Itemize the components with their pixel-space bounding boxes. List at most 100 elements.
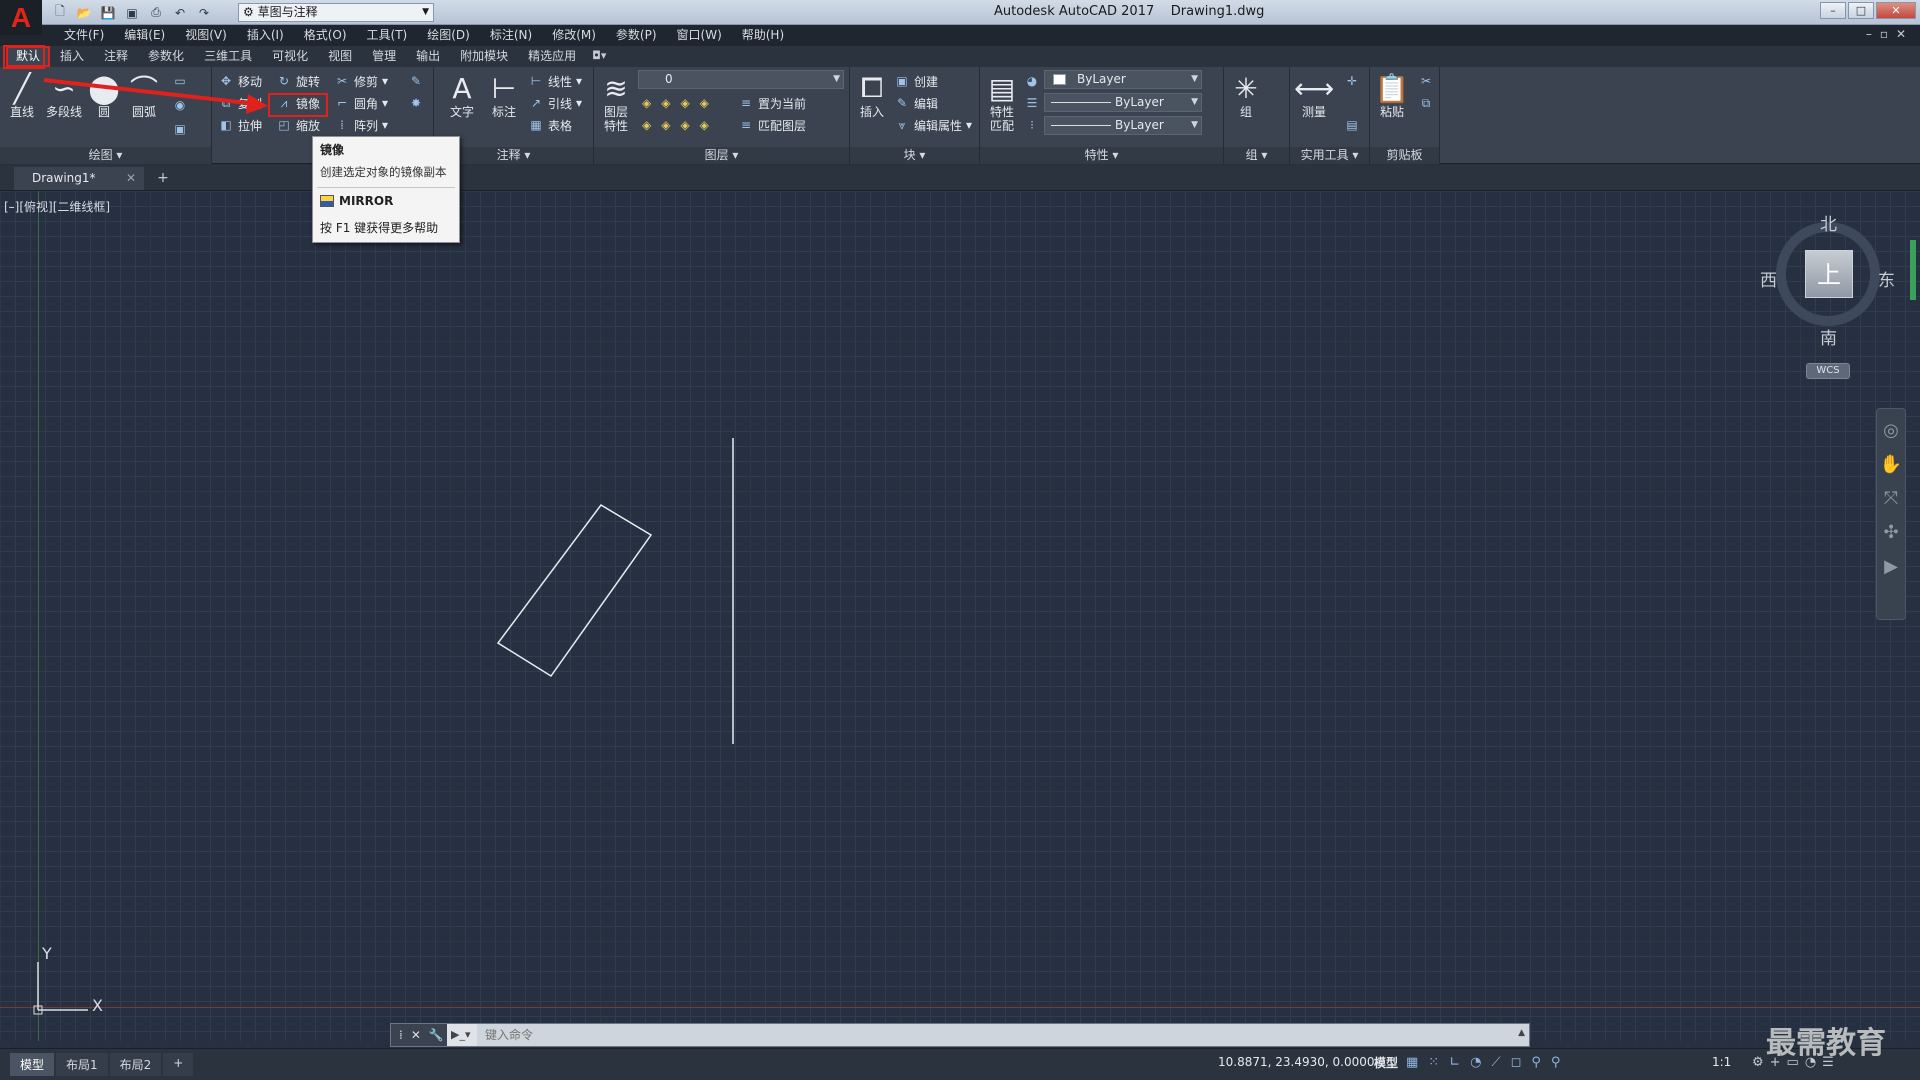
wrench-icon[interactable]: 🔧	[429, 1028, 444, 1042]
drawing-area[interactable]	[0, 191, 1920, 1041]
measure-button[interactable]: ⟷ 测量	[1294, 71, 1334, 120]
tab-layout1[interactable]: 布局1	[56, 1053, 108, 1076]
annotation-visibility-icon[interactable]: ⚲	[1531, 1055, 1541, 1070]
tab-visualize[interactable]: 可视化	[262, 46, 318, 67]
grip-icon[interactable]: ⁞	[399, 1028, 403, 1042]
calculator-icon[interactable]: ▤	[1344, 115, 1360, 135]
trim-button[interactable]: ✂ 修剪 ▾	[334, 71, 388, 91]
menu-insert[interactable]: 插入(I)	[237, 25, 294, 46]
clipboard-panel-title[interactable]: 剪贴板	[1370, 147, 1439, 164]
tab-featured-apps[interactable]: 精选应用	[518, 46, 586, 67]
dimension-button[interactable]: ⊢ 标注	[484, 71, 524, 120]
compass-west[interactable]: 西	[1760, 266, 1777, 291]
polyline-button[interactable]: ∽ 多段线	[44, 71, 84, 120]
object-snap-icon[interactable]: ◻	[1511, 1055, 1522, 1070]
insert-block-button[interactable]: ⧠ 插入	[852, 71, 892, 119]
arc-button[interactable]: ⌒ 圆弧	[124, 71, 164, 119]
tab-layout2[interactable]: 布局2	[109, 1053, 162, 1076]
menu-format[interactable]: 格式(O)	[294, 25, 357, 46]
compass-south[interactable]: 南	[1820, 324, 1837, 349]
close-button[interactable]: ✕	[1876, 2, 1916, 19]
snap-icon[interactable]: ⁙	[1428, 1055, 1439, 1070]
menu-view[interactable]: 视图(V)	[175, 25, 237, 46]
match-layer-button[interactable]: ≡ 匹配图层	[738, 115, 806, 135]
layer-properties-button[interactable]: ≋ 图层 特性	[596, 71, 636, 134]
auto-scale-icon[interactable]: ⚲	[1551, 1055, 1561, 1070]
group-button[interactable]: ✳ 组	[1226, 71, 1266, 120]
chevron-up-icon[interactable]: ▲	[1518, 1028, 1525, 1038]
close-icon[interactable]: ✕	[126, 167, 136, 190]
properties-panel-title[interactable]: 特性 ▾	[980, 147, 1223, 164]
new-file-icon[interactable]: 🗋	[50, 4, 70, 22]
copy-clip-icon[interactable]: ⧉	[1418, 93, 1434, 113]
tab-parametric[interactable]: 参数化	[138, 46, 194, 67]
lineweight-dropdown[interactable]: ByLayer ▼	[1044, 116, 1202, 135]
new-tab-button[interactable]: +	[152, 167, 174, 190]
isodraft-icon[interactable]: ⟋	[1491, 1055, 1500, 1070]
paste-button[interactable]: 📋 粘贴	[1372, 71, 1412, 120]
wcs-menu[interactable]: WCS	[1806, 363, 1850, 379]
scale-button[interactable]: ◰ 缩放	[276, 115, 320, 135]
linetype-dropdown[interactable]: ByLayer ▼	[1044, 93, 1202, 112]
redo-icon[interactable]: ↷	[194, 4, 214, 22]
undo-icon[interactable]: ↶	[170, 4, 190, 22]
rectangle-icon[interactable]: ▭	[172, 71, 188, 91]
color-dropdown[interactable]: ByLayer ▼	[1044, 70, 1202, 89]
block-panel-title[interactable]: 块 ▾	[850, 147, 979, 164]
tab-output[interactable]: 输出	[406, 46, 450, 67]
open-file-icon[interactable]: 📂	[74, 4, 94, 22]
save-icon[interactable]: 💾	[98, 4, 118, 22]
command-input[interactable]	[481, 1024, 1511, 1046]
stretch-button[interactable]: ◧ 拉伸	[218, 115, 262, 135]
showmotion-icon[interactable]: ▶	[1884, 557, 1898, 577]
menu-modify[interactable]: 修改(M)	[542, 25, 606, 46]
model-space-toggle[interactable]: 模型	[1374, 1054, 1398, 1071]
close-icon[interactable]: ✕	[411, 1028, 421, 1042]
erase-icon[interactable]: ✎	[408, 71, 424, 91]
rotate-button[interactable]: ↻ 旋转	[276, 71, 320, 91]
linear-button[interactable]: ⊢ 线性 ▾	[528, 71, 582, 91]
move-button[interactable]: ✥ 移动	[218, 71, 262, 91]
grid-icon[interactable]: ▦	[1406, 1055, 1418, 1070]
ribbon-minimize-icon[interactable]: ◘▾	[586, 46, 612, 67]
utilities-panel-title[interactable]: 实用工具 ▾	[1290, 147, 1369, 164]
layer-tools-2-icon[interactable]: ◈◈◈◈	[642, 115, 719, 135]
menu-tools[interactable]: 工具(T)	[357, 25, 418, 46]
groups-panel-title[interactable]: 组 ▾	[1224, 147, 1289, 164]
line-button[interactable]: ╱ 直线	[2, 71, 42, 120]
linetype-icon[interactable]: ☰	[1024, 93, 1040, 113]
tab-annotate[interactable]: 注释	[94, 46, 138, 67]
menu-parametric[interactable]: 参数(P)	[606, 25, 667, 46]
make-current-button[interactable]: ≡ 置为当前	[738, 93, 806, 113]
maximize-button[interactable]: □	[1848, 2, 1874, 19]
draw-panel-title[interactable]: 绘图 ▾	[0, 147, 211, 164]
viewcube-top-face[interactable]: 上	[1805, 250, 1853, 298]
steering-wheel-icon[interactable]: ◎	[1883, 421, 1899, 441]
edit-block-button[interactable]: ✎ 编辑	[894, 93, 938, 113]
annotation-scale[interactable]: 1:1	[1712, 1055, 1731, 1069]
layers-panel-title[interactable]: 图层 ▾	[594, 147, 849, 164]
zoom-extents-icon[interactable]: ⤧	[1884, 489, 1898, 509]
pan-hand-icon[interactable]: ✋	[1880, 455, 1902, 475]
add-layout-button[interactable]: +	[163, 1053, 194, 1076]
recent-commands-button[interactable]: ▶_▾	[447, 1024, 477, 1046]
plot-icon[interactable]: ⎙	[146, 4, 166, 22]
save-as-icon[interactable]: ▣	[122, 4, 142, 22]
minimize-button[interactable]: –	[1820, 2, 1846, 19]
hatch-icon[interactable]: ◉	[172, 95, 188, 115]
text-button[interactable]: A 文字	[442, 71, 482, 120]
polar-icon[interactable]: ◔	[1470, 1055, 1481, 1070]
tab-model[interactable]: 模型	[10, 1053, 55, 1076]
tab-addins[interactable]: 附加模块	[450, 46, 518, 67]
table-button[interactable]: ▦ 表格	[528, 115, 572, 135]
layer-tools-icon[interactable]: ◈◈◈◈	[642, 93, 719, 113]
viewcube[interactable]: 上 北 南 西 东	[1760, 210, 1895, 349]
compass-east[interactable]: 东	[1878, 266, 1895, 291]
tab-manage[interactable]: 管理	[362, 46, 406, 67]
lineweight-icon[interactable]: ⁝	[1024, 115, 1040, 135]
tab-default[interactable]: 默认	[6, 46, 51, 67]
edit-attributes-button[interactable]: ⩔ 编辑属性 ▾	[894, 115, 972, 135]
menu-edit[interactable]: 编辑(E)	[114, 25, 175, 46]
tab-insert[interactable]: 插入	[50, 46, 94, 67]
compass-north[interactable]: 北	[1820, 210, 1837, 235]
